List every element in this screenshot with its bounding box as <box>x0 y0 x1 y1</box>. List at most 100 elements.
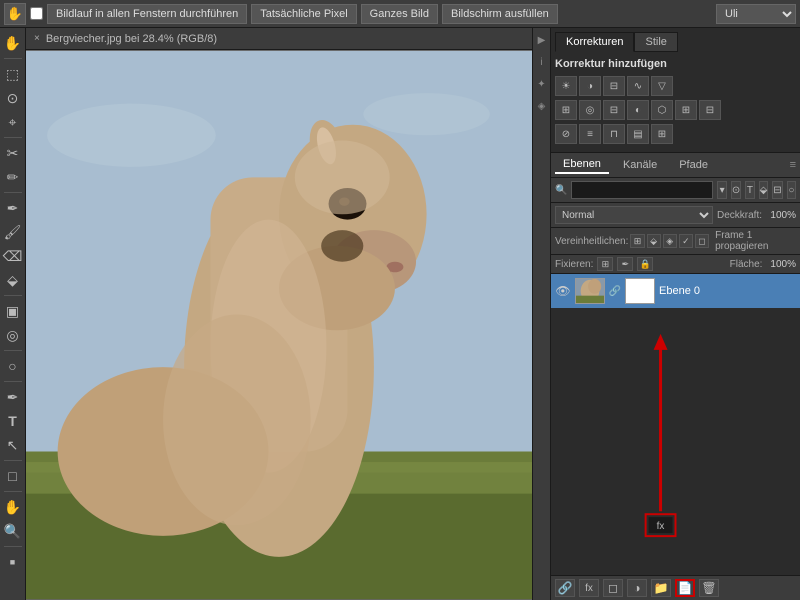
path-selection-tool[interactable]: ↖ <box>2 434 24 456</box>
delete-layer-button[interactable]: 🗑 <box>699 579 719 597</box>
corrections-icons-row1: ☀ ◑ ⊟ ∿ ▽ <box>555 76 796 96</box>
filter-btn-2[interactable]: ⊙ <box>731 181 741 199</box>
side-icon-4[interactable]: ◈ <box>534 96 550 116</box>
v-icon-4[interactable]: ✓ <box>679 234 693 248</box>
brightness-icon[interactable]: ☀ <box>555 76 577 96</box>
gradient-tool[interactable]: ▣ <box>2 300 24 322</box>
blend-row: Normal Deckkraft: 100% <box>551 203 800 228</box>
fix-icon-3[interactable]: 🔒 <box>637 257 653 271</box>
lasso-tool[interactable]: ⊙ <box>2 87 24 109</box>
blend-mode-select[interactable]: Normal <box>555 206 713 224</box>
foreground-color[interactable]: ■ <box>2 551 24 573</box>
eraser-tool[interactable]: ⬙ <box>2 269 24 291</box>
add-style-button[interactable]: fx <box>579 579 599 597</box>
frame-propagate-label: Frame 1 propagieren <box>715 230 796 252</box>
new-adjustment-button[interactable]: ◑ <box>627 579 647 597</box>
tab-korrekturen[interactable]: Korrekturen <box>555 32 634 52</box>
rectangle-tool[interactable]: □ <box>2 465 24 487</box>
exposure-icon[interactable]: ▽ <box>651 76 673 96</box>
healing-brush-tool[interactable]: ✒ <box>2 197 24 219</box>
quick-select-tool[interactable]: ⌖ <box>2 111 24 133</box>
layer-visibility-eye[interactable]: 👁 <box>555 283 571 299</box>
curves-icon[interactable]: ∿ <box>627 76 649 96</box>
bildlauf-button[interactable]: Bildlauf in allen Fenstern durchführen <box>47 4 247 24</box>
gradient-map-icon[interactable]: ▤ <box>627 124 649 144</box>
close-tab-button[interactable]: × <box>34 33 40 44</box>
layer-link-icon[interactable]: 🔗 <box>609 283 621 299</box>
side-icon-2[interactable]: i <box>534 52 550 72</box>
new-layer-button[interactable]: 📄 <box>675 579 695 597</box>
layer-item-0[interactable]: 👁 🔗 Ebene 0 <box>551 274 800 308</box>
filter-btn-5[interactable]: ⊟ <box>772 181 782 199</box>
canvas-content <box>26 50 532 600</box>
right-panel: Korrekturen Stile Korrektur hinzufügen ☀… <box>550 28 800 600</box>
v-icon-1[interactable]: ⊞ <box>630 234 644 248</box>
red-arrow: fx <box>551 308 800 575</box>
tab-pfade[interactable]: Pfade <box>671 157 716 173</box>
color-lookup-icon[interactable]: ⊟ <box>699 100 721 120</box>
layers-filter-toolbar: 🔍 ▾ ⊙ T ⬙ ⊟ ○ <box>551 178 800 203</box>
corrections-icons-row2: ⊞ ◎ ⊟ ◐ ⬡ ⊞ ⊟ <box>555 100 796 120</box>
color-balance-icon[interactable]: ⊟ <box>603 100 625 120</box>
move-tool[interactable]: ✋ <box>2 32 24 54</box>
layer-name: Ebene 0 <box>659 285 796 297</box>
corrections-panel: Korrekturen Stile Korrektur hinzufügen ☀… <box>551 28 800 153</box>
link-layers-button[interactable]: 🔗 <box>555 579 575 597</box>
vereinheitlichen-row: Vereinheitlichen: ⊞ ⬙ ◈ ✓ ◻ Frame 1 prop… <box>551 228 800 255</box>
hand-tool[interactable]: ✋ <box>2 496 24 518</box>
checkbox-input[interactable] <box>30 7 43 20</box>
posterize-icon[interactable]: ≡ <box>579 124 601 144</box>
bw-icon[interactable]: ◐ <box>627 100 649 120</box>
layers-panel: Ebenen Kanäle Pfade ≡ 🔍 ▾ ⊙ T ⬙ ⊟ ○ Norm… <box>551 153 800 600</box>
flaeche-label: Fläche: <box>730 259 763 270</box>
vibrance-icon[interactable]: ⊞ <box>555 100 577 120</box>
add-mask-button[interactable]: ◻ <box>603 579 623 597</box>
side-icon-3[interactable]: ✦ <box>534 74 550 94</box>
tab-kanaele[interactable]: Kanäle <box>615 157 665 173</box>
fix-icon-2[interactable]: ✒ <box>617 257 633 271</box>
photo-filter-icon[interactable]: ⬡ <box>651 100 673 120</box>
zoom-tool[interactable]: 🔍 <box>2 520 24 542</box>
new-group-button[interactable]: 📁 <box>651 579 671 597</box>
hue-sat-icon[interactable]: ◎ <box>579 100 601 120</box>
filter-btn-3[interactable]: T <box>745 181 754 199</box>
canvas-area: × Bergviecher.jpg bei 28.4% (RGB/8) <box>26 28 532 600</box>
contrast-icon[interactable]: ◑ <box>579 76 601 96</box>
blur-tool[interactable]: ◎ <box>2 324 24 346</box>
marquee-tool[interactable]: ⬚ <box>2 63 24 85</box>
bildschirm-ausfüllen-button[interactable]: Bildschirm ausfüllen <box>442 4 558 24</box>
layers-search-input[interactable] <box>571 181 713 199</box>
tab-stile[interactable]: Stile <box>634 32 677 52</box>
filter-type-btn[interactable]: ▾ <box>717 181 726 199</box>
hand-tool-icon[interactable]: ✋ <box>4 3 26 25</box>
panel-menu-icon[interactable]: ≡ <box>790 159 796 171</box>
eyedropper-tool[interactable]: ✏ <box>2 166 24 188</box>
fix-icon-1[interactable]: ⊞ <box>597 257 613 271</box>
filter-btn-4[interactable]: ⬙ <box>759 181 769 199</box>
fixieren-row: Fixieren: ⊞ ✒ 🔒 Fläche: 100% <box>551 255 800 274</box>
opacity-value: 100% <box>766 210 796 221</box>
threshold-icon[interactable]: ⊓ <box>603 124 625 144</box>
invert-icon[interactable]: ⊘ <box>555 124 577 144</box>
side-icon-1[interactable]: ▶ <box>534 30 550 50</box>
dodge-tool[interactable]: ○ <box>2 355 24 377</box>
brush-tool[interactable]: 🖌 <box>2 221 24 243</box>
workspace-dropdown[interactable]: Uli <box>716 4 796 24</box>
v-icon-5[interactable]: ◻ <box>695 234 709 248</box>
type-tool[interactable]: T <box>2 410 24 432</box>
clone-stamp-tool[interactable]: ⌫ <box>2 245 24 267</box>
layers-empty-area: fx <box>551 308 800 575</box>
channel-mixer-icon[interactable]: ⊞ <box>675 100 697 120</box>
ganzes-bild-button[interactable]: Ganzes Bild <box>361 4 438 24</box>
layers-header: Ebenen Kanäle Pfade ≡ <box>551 153 800 178</box>
filter-toggle[interactable]: ○ <box>787 181 796 199</box>
v-icon-3[interactable]: ◈ <box>663 234 677 248</box>
corrections-icons-row3: ⊘ ≡ ⊓ ▤ ⊞ <box>555 124 796 144</box>
tab-ebenen[interactable]: Ebenen <box>555 156 609 174</box>
levels-icon[interactable]: ⊟ <box>603 76 625 96</box>
crop-tool[interactable]: ✂ <box>2 142 24 164</box>
v-icon-2[interactable]: ⬙ <box>647 234 661 248</box>
tatsaechliche-pixel-button[interactable]: Tatsächliche Pixel <box>251 4 356 24</box>
pen-tool[interactable]: ✒ <box>2 386 24 408</box>
selective-color-icon[interactable]: ⊞ <box>651 124 673 144</box>
